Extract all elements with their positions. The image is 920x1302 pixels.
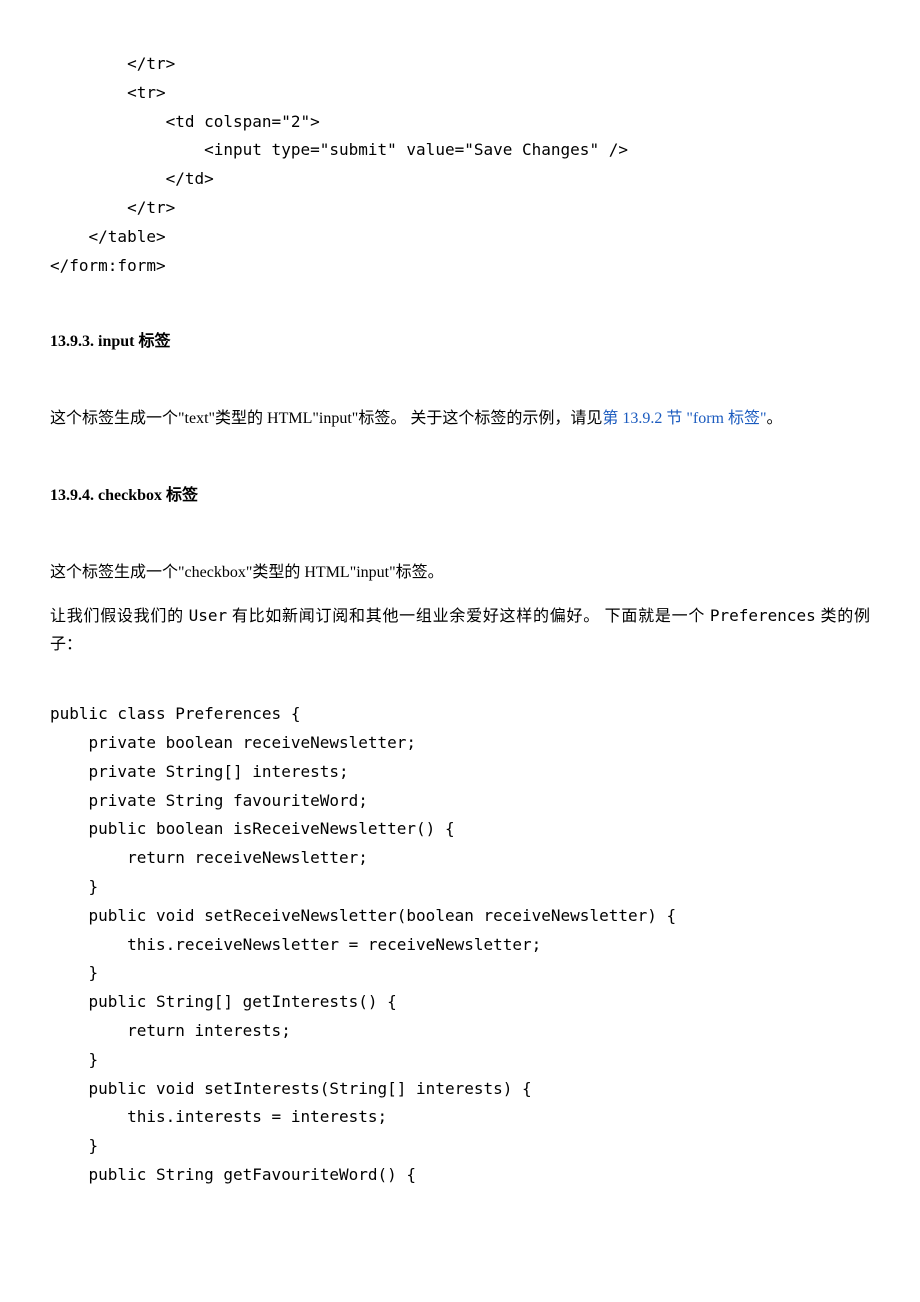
text-input-desc-a: 这个标签生成一个"text"类型的 HTML"input"标签。 关于这个标签的… — [50, 410, 602, 427]
paragraph-preferences-desc: 让我们假设我们的 User 有比如新闻订阅和其他一组业余爱好这样的偏好。 下面就… — [50, 602, 870, 661]
link-form-tag-section[interactable]: 第 13.9.2 节 "form 标签" — [602, 410, 766, 427]
paragraph-input-desc: 这个标签生成一个"text"类型的 HTML"input"标签。 关于这个标签的… — [50, 405, 870, 434]
section-heading-checkbox: 13.9.4. checkbox 标签 — [50, 482, 870, 511]
text-pref-b: 有比如新闻订阅和其他一组业余爱好这样的偏好。 下面就是一个 — [227, 608, 710, 625]
section-heading-input: 13.9.3. input 标签 — [50, 328, 870, 357]
text-pref-a: 让我们假设我们的 — [50, 608, 189, 625]
code-block-preferences: public class Preferences { private boole… — [50, 700, 870, 1190]
text-input-desc-b: 。 — [767, 410, 783, 427]
paragraph-checkbox-desc: 这个标签生成一个"checkbox"类型的 HTML"input"标签。 — [50, 559, 870, 588]
code-inline-user: User — [189, 606, 228, 625]
code-block-form: </tr> <tr> <td colspan="2"> <input type=… — [50, 50, 870, 280]
code-inline-preferences: Preferences — [710, 606, 816, 625]
